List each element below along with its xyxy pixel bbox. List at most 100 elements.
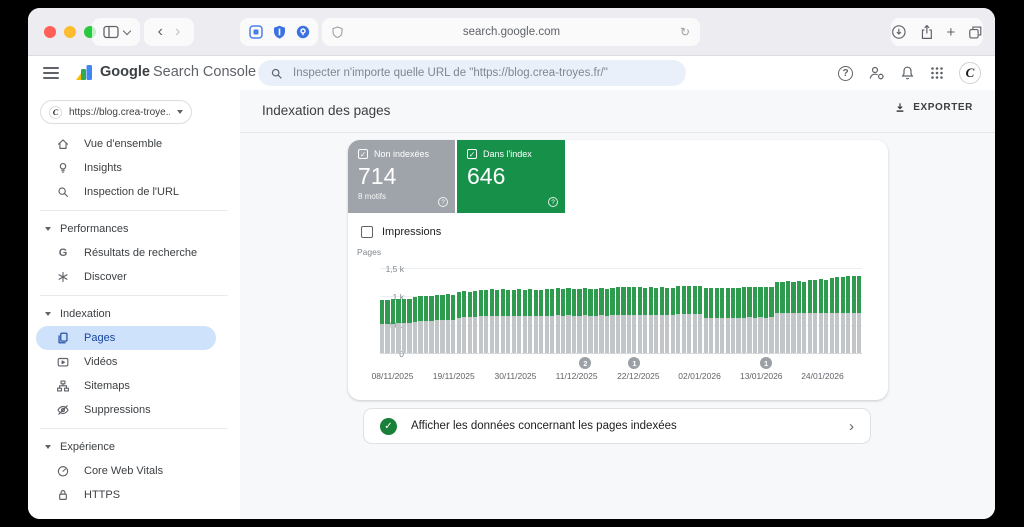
stacked-bar [818,279,823,353]
property-selector[interactable]: C https://blog.crea-troye... [40,100,192,124]
video-icon [56,355,70,369]
help-icon[interactable]: ? [548,197,558,207]
search-icon [56,185,70,199]
sidebar-item-core-web-vitals[interactable]: Core Web Vitals [28,459,240,483]
reload-icon[interactable]: ↻ [680,25,690,39]
address-bar[interactable]: search.google.com ↻ [322,18,700,46]
impressions-toggle[interactable]: Impressions [361,226,441,238]
notifications-icon[interactable] [900,65,915,81]
annotation-marker[interactable]: 1 [628,357,641,369]
eyeoff-icon [56,403,70,417]
manage-users-icon[interactable] [868,65,885,81]
sidebar-item-https[interactable]: HTTPS [28,483,240,507]
stacked-bar [851,276,856,353]
stacked-bar [659,287,664,353]
stacked-bar [736,288,741,353]
sidebar-toggle-group[interactable] [92,18,140,46]
stacked-bar [440,294,445,353]
stat-card-indexed[interactable]: ✓ Dans l'index 646 ? [457,140,565,213]
section-label: Performances [60,223,129,235]
stacked-bar [824,279,829,353]
stacked-bar [495,289,500,353]
sidebar-item-suppressions[interactable]: Suppressions [28,398,240,422]
stacked-bar [709,288,714,353]
tab-overview-icon[interactable] [968,25,983,40]
stacked-bar [670,287,675,353]
stacked-bar [445,294,450,353]
sidebar-item-label: HTTPS [84,489,121,501]
stacked-bar [429,296,434,353]
property-label: https://blog.crea-troye... [69,106,170,118]
google-apps-icon[interactable] [930,66,944,80]
sidebar-item-vid-os[interactable]: Vidéos [28,350,240,374]
stacked-bar [632,287,637,353]
chevron-down-icon[interactable] [122,26,131,35]
forward-icon[interactable]: › [175,24,180,40]
sidebar-section-indexation[interactable]: Indexation [28,302,240,326]
brand-google: Google [100,64,150,80]
stacked-bar [528,289,533,353]
stacked-bar [780,281,785,353]
shield-extension-icon[interactable] [273,25,286,39]
g-icon: G [58,247,68,259]
minimize-button[interactable] [64,26,76,38]
sidebar-section-performances[interactable]: Performances [28,217,240,241]
sidebar-item-r-sultats-de-recherche[interactable]: G Résultats de recherche [28,241,240,265]
sidebar-item-sitemaps[interactable]: Sitemaps [28,374,240,398]
asterisk-icon [56,270,70,284]
sidebar-item-inspection-de-l-url[interactable]: Inspection de l'URL [28,180,240,204]
x-axis-tick: 02/01/2026 [678,371,721,381]
chevron-right-icon[interactable]: › [849,419,854,434]
help-icon[interactable]: ? [838,65,853,81]
menu-icon[interactable] [43,67,59,82]
back-icon[interactable]: ‹ [158,24,163,40]
stacked-bar [857,275,862,353]
share-icon[interactable] [920,24,934,40]
sidebar-item-insights[interactable]: Insights [28,156,240,180]
url-inspection-search[interactable] [258,60,686,86]
caret-down-icon [177,110,183,114]
close-button[interactable] [44,26,56,38]
sidebar-item-label: Résultats de recherche [84,247,198,259]
stacked-bar [692,286,697,353]
sidebar-item-discover[interactable]: Discover [28,265,240,289]
x-axis-tick: 30/11/2025 [494,371,537,381]
view-indexed-data-bar[interactable]: ✓ Afficher les données concernant les pa… [363,408,871,444]
privacy-shield-icon[interactable] [332,26,343,38]
account-avatar[interactable]: C [959,62,981,84]
sidebar-nav: Vue d'ensemble Insights Inspection de l'UR… [28,132,240,507]
stacked-bar [380,300,385,353]
downloads-icon[interactable] [891,24,907,40]
sidebar-toggle-icon[interactable] [102,25,119,39]
sidebar-item-vue-d-ensemble[interactable]: Vue d'ensemble [28,132,240,156]
checkbox-checked-icon[interactable]: ✓ [467,149,477,159]
password-extension-icon[interactable] [296,25,310,39]
stat-card-not-indexed[interactable]: ✓ Non indexées 714 8 motifs ? [348,140,455,213]
new-tab-icon[interactable]: + [947,25,956,40]
help-icon[interactable]: ? [438,197,448,207]
export-label: EXPORTER [913,102,973,113]
code-extension-icon[interactable] [248,25,263,39]
stacked-bar [615,287,621,353]
impressions-label: Impressions [382,226,442,238]
stacked-bar [654,287,659,353]
stacked-bar [637,287,642,353]
annotation-marker[interactable]: 1 [760,357,773,369]
address-text[interactable]: search.google.com [343,26,680,38]
sidebar-section-exp-rience[interactable]: Expérience [28,435,240,459]
page-title: Indexation des pages [262,103,391,118]
search-input[interactable] [293,67,674,79]
sidebar-item-pages[interactable]: Pages [36,326,216,350]
stacked-bar [725,287,730,353]
checkbox-checked-icon[interactable]: ✓ [358,149,368,159]
caret-down-icon [45,227,51,231]
stacked-bar [478,289,483,353]
sidebar-divider [40,210,228,211]
app-body: C https://blog.crea-troye... Vue d'ensem… [28,90,995,519]
export-button[interactable]: EXPORTER [894,101,973,114]
stacked-bar [698,286,703,353]
annotation-marker[interactable]: 2 [579,357,592,369]
checkbox-unchecked-icon[interactable] [361,226,373,238]
bulb-icon [56,161,70,175]
x-axis-tick: 19/11/2025 [432,371,475,381]
